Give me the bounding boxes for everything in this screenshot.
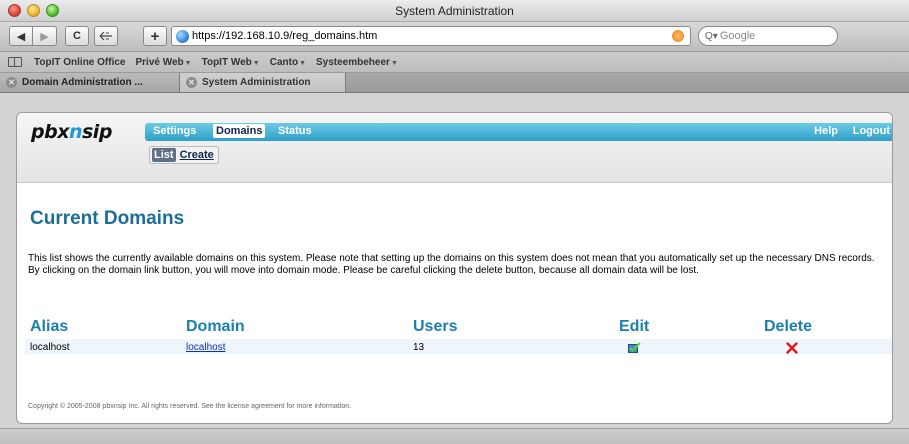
chevron-down-icon: ▼ bbox=[184, 59, 192, 67]
add-bookmark-button[interactable]: + bbox=[143, 26, 167, 46]
cell-alias: localhost bbox=[30, 342, 70, 353]
column-header-domain: Domain bbox=[186, 318, 245, 335]
bookmarks-book-icon[interactable] bbox=[8, 57, 22, 67]
page-description: This list shows the currently available … bbox=[28, 253, 890, 277]
bookmark-canto[interactable]: Canto▼ bbox=[270, 57, 306, 68]
search-placeholder: Google bbox=[719, 30, 756, 42]
column-header-edit: Edit bbox=[619, 318, 650, 335]
cell-users: 13 bbox=[413, 342, 425, 353]
rss-icon[interactable] bbox=[672, 30, 684, 42]
snapback-button[interactable] bbox=[94, 26, 118, 46]
domain-link[interactable]: localhost bbox=[186, 342, 225, 353]
chevron-down-icon: ▼ bbox=[252, 59, 260, 67]
content-panel: pbxnsip Settings Domains Status Help Log… bbox=[16, 112, 893, 424]
copyright-footer: Copyright © 2005-2008 pbxnsip Inc. All r… bbox=[28, 403, 352, 410]
nav-settings[interactable]: Settings bbox=[153, 125, 196, 137]
window-titlebar: System Administration bbox=[0, 0, 909, 22]
back-icon: ◀ bbox=[16, 30, 26, 43]
reload-icon: C bbox=[73, 30, 81, 42]
bookmark-prive-web[interactable]: Privé Web▼ bbox=[135, 57, 191, 68]
snapback-icon bbox=[99, 31, 112, 41]
url-bar[interactable]: https://192.168.10.9/reg_domains.htm bbox=[171, 26, 691, 46]
edit-check-icon[interactable] bbox=[628, 342, 641, 353]
tab-domain-administration[interactable]: ✕ Domain Administration ... bbox=[0, 73, 180, 92]
bookmark-topit-web[interactable]: TopIT Web▼ bbox=[202, 57, 260, 68]
back-button[interactable]: ◀ bbox=[9, 26, 33, 46]
subnav-create[interactable]: Create bbox=[178, 148, 216, 162]
nav-logout[interactable]: Logout bbox=[853, 125, 890, 137]
sub-nav: List Create bbox=[149, 146, 219, 164]
chevron-down-icon: ▼ bbox=[390, 59, 398, 67]
search-icon: Q▾ bbox=[705, 30, 718, 42]
url-text: https://192.168.10.9/reg_domains.htm bbox=[192, 30, 378, 42]
search-input[interactable]: Q▾ Google bbox=[698, 26, 838, 46]
bookmarks-bar: TopIT Online Office Privé Web▼ TopIT Web… bbox=[0, 52, 909, 73]
page-title: Current Domains bbox=[30, 208, 185, 229]
tab-bar: ✕ Domain Administration ... ✕ System Adm… bbox=[0, 73, 909, 93]
column-header-users: Users bbox=[413, 318, 458, 335]
status-bar bbox=[0, 428, 909, 444]
delete-x-icon[interactable] bbox=[786, 342, 798, 354]
chevron-down-icon: ▼ bbox=[299, 59, 306, 67]
column-header-delete: Delete bbox=[764, 318, 813, 335]
reload-button[interactable]: C bbox=[65, 26, 89, 46]
nav-status[interactable]: Status bbox=[278, 125, 312, 137]
forward-button[interactable]: ▶ bbox=[33, 26, 57, 46]
pbxnsip-logo: pbxnsip bbox=[31, 121, 112, 143]
main-nav: Settings Domains Status Help Logout bbox=[145, 123, 892, 141]
page-viewport: pbxnsip Settings Domains Status Help Log… bbox=[0, 94, 909, 444]
nav-domains[interactable]: Domains bbox=[213, 124, 266, 138]
window-title: System Administration bbox=[395, 4, 514, 18]
globe-icon bbox=[176, 29, 189, 43]
close-icon[interactable]: ✕ bbox=[186, 77, 197, 88]
nav-help[interactable]: Help bbox=[814, 125, 838, 137]
tab-system-administration[interactable]: ✕ System Administration bbox=[180, 73, 346, 92]
description-line-2: By clicking on the domain link button, y… bbox=[28, 265, 699, 276]
tab-label: Domain Administration ... bbox=[22, 77, 143, 88]
forward-icon: ▶ bbox=[40, 30, 49, 43]
close-icon[interactable]: ✕ bbox=[6, 77, 17, 88]
column-header-alias: Alias bbox=[30, 318, 69, 335]
browser-toolbar: ◀ ▶ C + https://192.168.10.9/reg_domains… bbox=[0, 22, 909, 52]
bookmark-topit-online-office[interactable]: TopIT Online Office bbox=[34, 57, 125, 68]
table-row bbox=[25, 339, 892, 354]
app-header: pbxnsip Settings Domains Status Help Log… bbox=[17, 113, 892, 183]
add-icon: + bbox=[150, 27, 160, 45]
tab-label: System Administration bbox=[202, 77, 311, 88]
subnav-list[interactable]: List bbox=[152, 148, 176, 162]
description-line-1: This list shows the currently available … bbox=[28, 253, 875, 264]
bookmark-systeembeheer[interactable]: Systeembeheer▼ bbox=[316, 57, 398, 68]
